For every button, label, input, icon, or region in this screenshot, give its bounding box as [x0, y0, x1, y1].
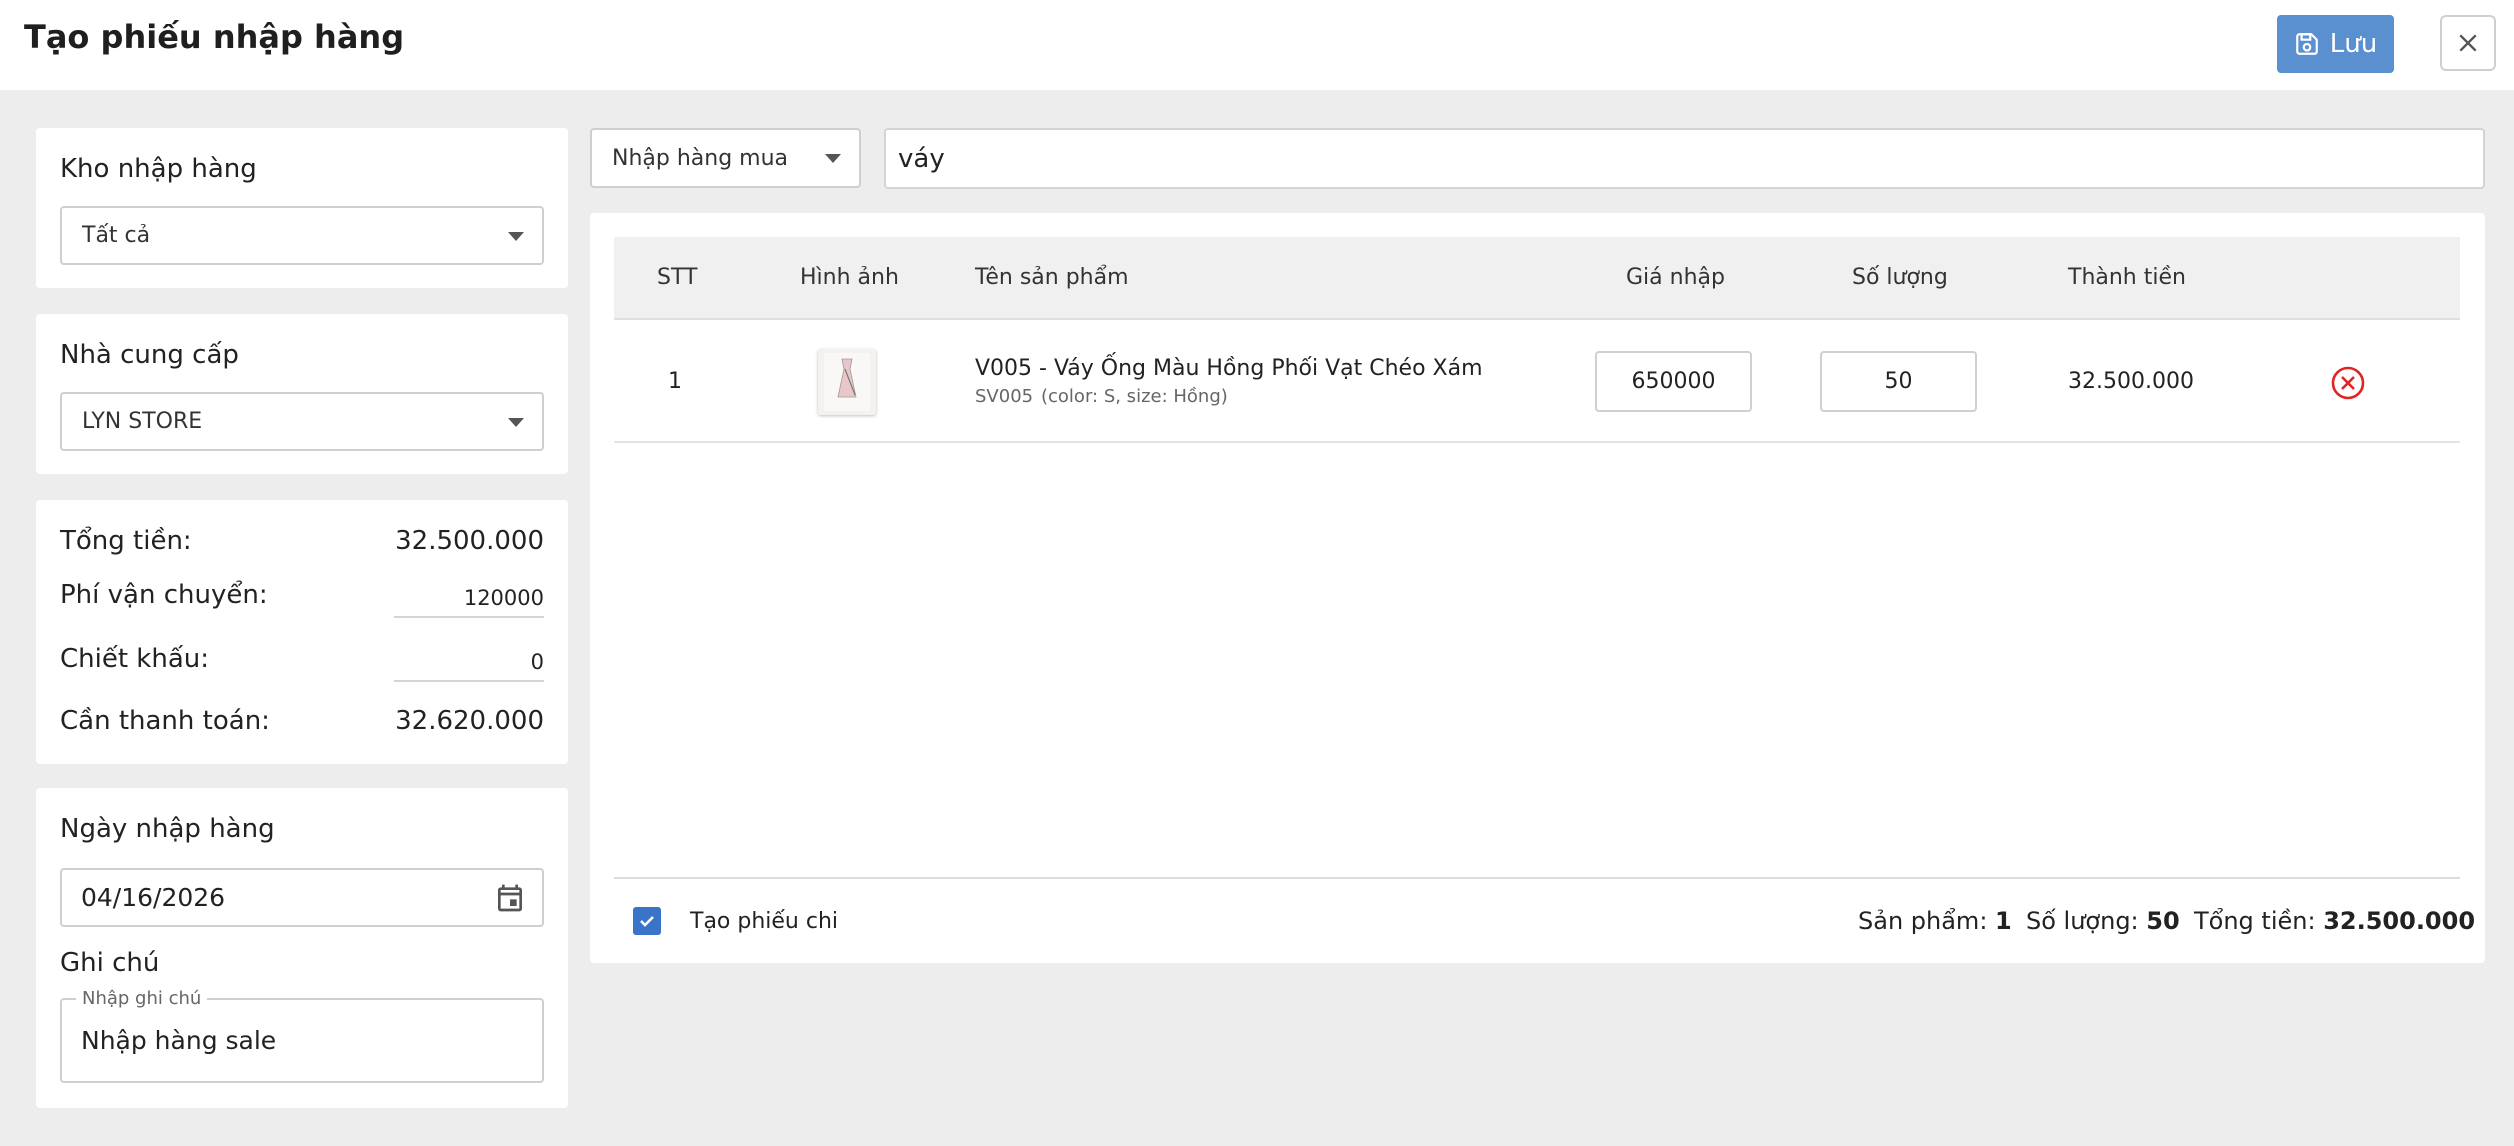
row-index: 1 [668, 369, 682, 394]
footer-products: Sản phẩm: 1 [1858, 907, 2012, 935]
product-table-card [590, 213, 2485, 963]
column-header-index: STT [657, 265, 698, 290]
note-value: Nhập hàng sale [81, 1026, 277, 1055]
warehouse-label: Kho nhập hàng [60, 154, 257, 184]
summary-total-row: Tổng tiền: 32.500.000 [60, 526, 544, 566]
caret-down-icon [508, 417, 524, 427]
row-divider [614, 441, 2460, 443]
caret-down-icon [825, 154, 841, 163]
product-image [818, 349, 876, 415]
supplier-select-value: LYN STORE [82, 409, 203, 434]
column-header-price: Giá nhập [1626, 265, 1725, 290]
summary-total-value: 32.500.000 [395, 526, 544, 556]
supplier-select[interactable]: LYN STORE [60, 392, 544, 451]
warehouse-select-value: Tất cả [82, 223, 151, 248]
row-amount: 32.500.000 [2068, 369, 2194, 394]
note-placeholder: Nhập ghi chú [76, 988, 208, 1009]
import-type-select[interactable]: Nhập hàng mua [590, 128, 861, 188]
note-input[interactable]: Nhập ghi chú Nhập hàng sale [60, 988, 544, 1083]
column-header-image: Hình ảnh [800, 265, 899, 290]
summary-discount-label: Chiết khấu: [60, 644, 210, 674]
summary-total-label: Tổng tiền: [60, 526, 192, 556]
date-value: 04/16/2026 [81, 883, 226, 912]
import-type-value: Nhập hàng mua [612, 145, 789, 171]
footer-divider [614, 877, 2460, 879]
dress-image [824, 353, 870, 411]
save-button-label: Lưu [2329, 29, 2378, 59]
discount-input[interactable]: 0 [394, 650, 544, 682]
save-button[interactable]: Lưu [2277, 15, 2394, 73]
caret-down-icon [508, 231, 524, 241]
create-receipt-label: Tạo phiếu chi [690, 909, 839, 934]
close-button[interactable] [2440, 15, 2496, 71]
footer-total-label: Tổng tiền: [2194, 907, 2316, 935]
product-name: V005 - Váy Ống Màu Hồng Phối Vạt Chéo Xá… [975, 356, 1483, 381]
date-note-card: Ngày nhập hàng 04/16/2026 Ghi chú Nhập g… [36, 788, 568, 1108]
footer-quantity-label: Số lượng: [2026, 907, 2139, 935]
shipping-fee-input[interactable]: 120000 [394, 586, 544, 618]
summary-discount-row: Chiết khấu: 0 [60, 644, 544, 684]
column-header-name: Tên sản phẩm [975, 265, 1129, 290]
summary-shipping-label: Phí vận chuyển: [60, 580, 268, 610]
column-header-quantity: Số lượng [1852, 265, 1948, 290]
footer-total: Tổng tiền: 32.500.000 [2194, 907, 2475, 935]
summary-payable-label: Cần thanh toán: [60, 706, 270, 736]
price-input[interactable]: 650000 [1595, 351, 1752, 412]
create-receipt-checkbox[interactable] [633, 907, 661, 935]
warehouse-select[interactable]: Tất cả [60, 206, 544, 265]
header-bar: Tạo phiếu nhập hàng Lưu [0, 0, 2514, 90]
date-input[interactable]: 04/16/2026 [60, 868, 544, 927]
supplier-label: Nhà cung cấp [60, 340, 239, 370]
note-label: Ghi chú [60, 948, 160, 978]
summary-card: Tổng tiền: 32.500.000 Phí vận chuyển: 12… [36, 500, 568, 764]
product-search-value: váy [898, 143, 945, 174]
footer-total-value: 32.500.000 [2323, 907, 2476, 935]
summary-shipping-row: Phí vận chuyển: 120000 [60, 580, 544, 620]
remove-circle-icon[interactable] [2330, 365, 2366, 401]
footer-quantity-value: 50 [2146, 907, 2180, 935]
date-label: Ngày nhập hàng [60, 814, 275, 844]
product-search-input[interactable]: váy [884, 128, 2485, 189]
quantity-input[interactable]: 50 [1820, 351, 1977, 412]
summary-payable-row: Cần thanh toán: 32.620.000 [60, 706, 544, 746]
summary-payable-value: 32.620.000 [395, 706, 544, 736]
column-header-amount: Thành tiền [2068, 265, 2186, 290]
footer-products-value: 1 [1995, 907, 2012, 935]
footer-quantity: Số lượng: 50 [2026, 907, 2180, 935]
page-title: Tạo phiếu nhập hàng [24, 18, 405, 56]
product-sku: SV005 [975, 386, 1034, 407]
warehouse-card: Kho nhập hàng Tất cả [36, 128, 568, 288]
calendar-icon[interactable] [494, 882, 526, 914]
table-header: STT Hình ảnh Tên sản phẩm Giá nhập Số lư… [614, 237, 2460, 320]
footer-products-label: Sản phẩm: [1858, 907, 1988, 935]
product-variant: (color: S, size: Hồng) [1041, 386, 1228, 407]
close-icon [2459, 34, 2477, 52]
check-icon [640, 916, 654, 927]
supplier-card: Nhà cung cấp LYN STORE [36, 314, 568, 474]
floppy-disk-icon [2295, 33, 2318, 55]
